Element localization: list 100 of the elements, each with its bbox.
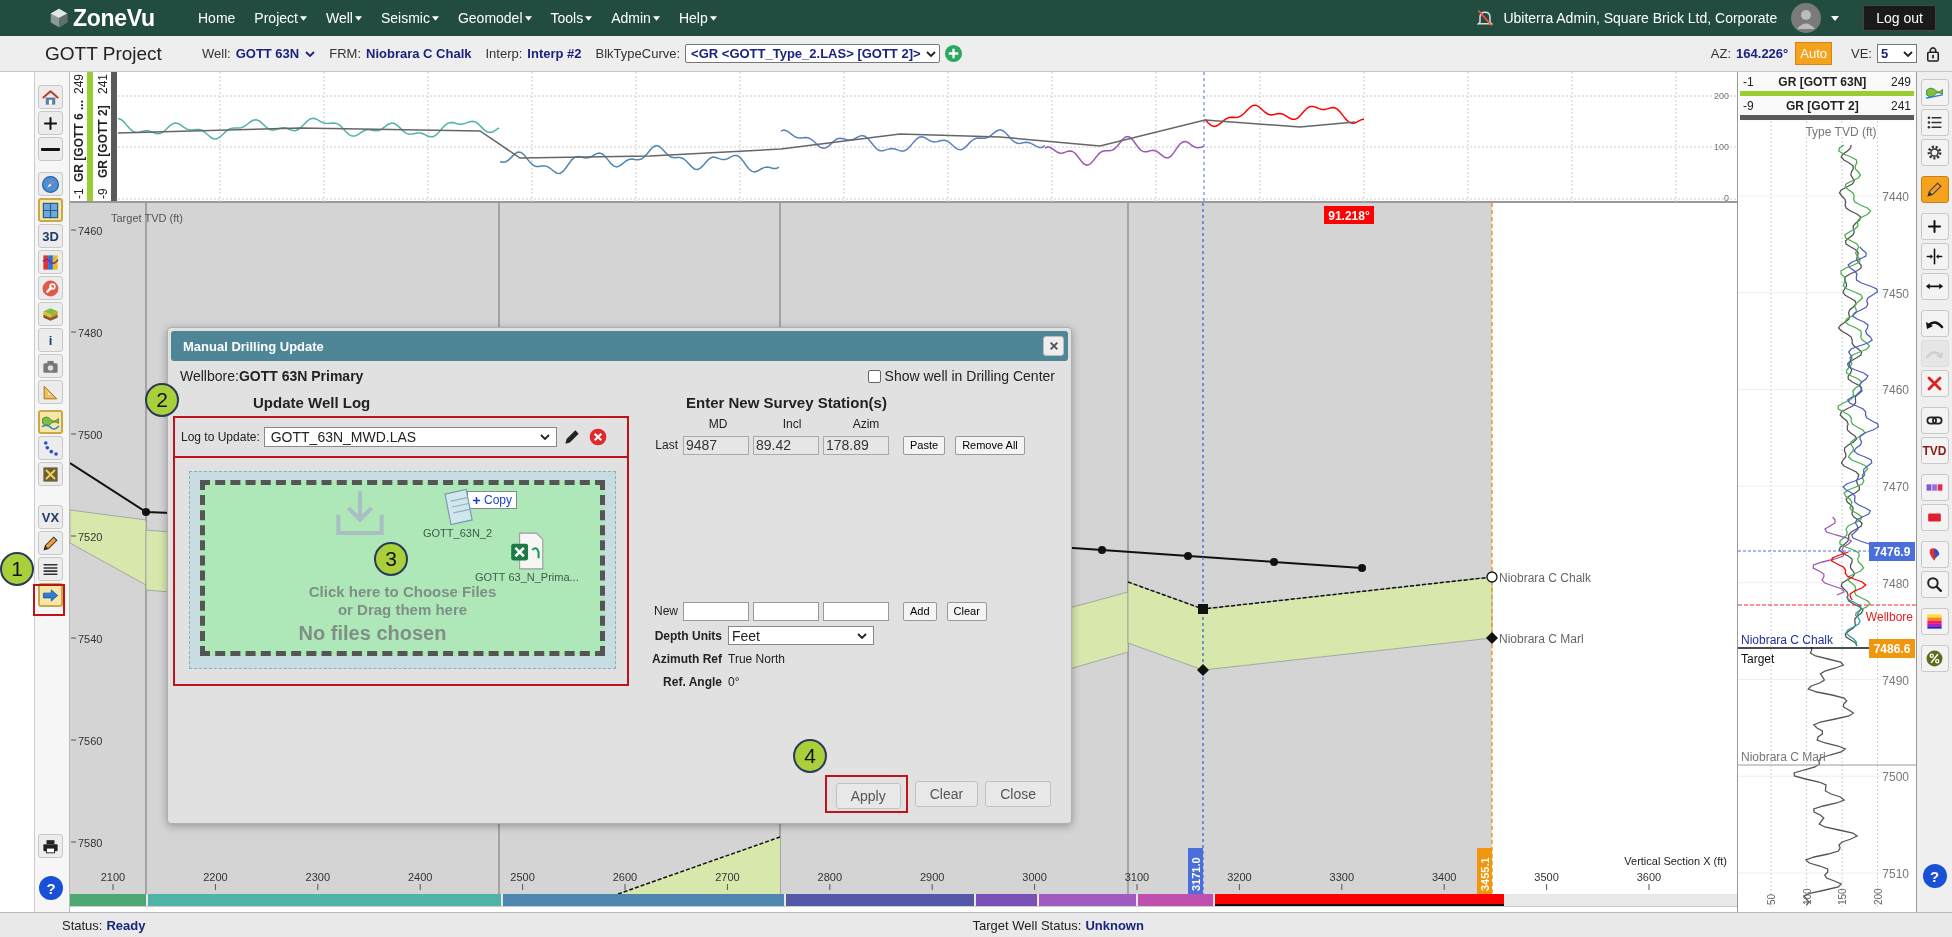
menu-item[interactable]: Tools bbox=[550, 10, 593, 26]
field-value: Niobrara C Chalk bbox=[366, 46, 472, 61]
caret-icon bbox=[431, 15, 439, 21]
drop-hint: or Drag them here bbox=[337, 601, 468, 619]
undo-icon bbox=[1925, 318, 1944, 329]
track-min: -9 bbox=[95, 188, 110, 199]
tool-button[interactable] bbox=[38, 137, 63, 161]
cross-box-icon bbox=[41, 464, 60, 484]
muted-bell-icon[interactable] bbox=[1475, 8, 1496, 28]
tool-button[interactable]: VX bbox=[38, 505, 63, 529]
menu-item[interactable]: Help bbox=[678, 10, 717, 26]
logout-button[interactable]: Log out bbox=[1863, 5, 1936, 31]
tool-button[interactable] bbox=[1920, 407, 1949, 434]
tool-button[interactable]: 3D bbox=[38, 224, 63, 248]
dialog-button[interactable]: Close bbox=[985, 781, 1051, 807]
control-point[interactable] bbox=[1486, 632, 1498, 644]
tool-button[interactable] bbox=[1920, 243, 1949, 270]
tool-button[interactable] bbox=[1920, 571, 1949, 598]
menu-item[interactable]: Project bbox=[254, 10, 307, 26]
survey-point[interactable] bbox=[1098, 546, 1106, 554]
apply-button[interactable]: Apply bbox=[835, 783, 901, 809]
tool-button[interactable] bbox=[1920, 273, 1949, 300]
tick-label: 100 bbox=[1713, 142, 1729, 152]
axis-title: Type TVD (ft) bbox=[1805, 125, 1877, 139]
tool-button[interactable] bbox=[38, 250, 63, 274]
track-name: GR [GOTT 63N] bbox=[1778, 75, 1867, 90]
tool-button[interactable] bbox=[1920, 139, 1949, 166]
caret-icon bbox=[1903, 50, 1913, 57]
tool-button[interactable] bbox=[1920, 541, 1949, 568]
survey-field[interactable]: 89.42 bbox=[753, 435, 819, 455]
survey-point[interactable] bbox=[142, 508, 150, 516]
survey-button[interactable]: Paste bbox=[903, 435, 946, 455]
tool-button[interactable] bbox=[38, 531, 63, 555]
depth-badge: 7486.6 bbox=[1869, 639, 1915, 658]
caret-icon[interactable] bbox=[1831, 15, 1840, 21]
help-button[interactable]: ? bbox=[39, 876, 63, 900]
survey-field[interactable]: 178.89 bbox=[823, 435, 889, 455]
tick-label: 7470 bbox=[1882, 480, 1909, 495]
survey-button[interactable]: Remove All bbox=[955, 435, 1025, 455]
control-point[interactable] bbox=[1197, 664, 1209, 676]
arrows-icon bbox=[1925, 283, 1944, 290]
tick-label: 0 bbox=[1724, 193, 1729, 203]
position-badge: 3455.1 bbox=[1477, 848, 1492, 894]
tick-label: 50 bbox=[1766, 893, 1777, 905]
close-button[interactable] bbox=[1043, 336, 1064, 356]
wrench-icon bbox=[41, 278, 60, 298]
azimuth-label: AZ: bbox=[1710, 46, 1732, 61]
compass-icon bbox=[41, 174, 60, 194]
azimuth-value: 164.226° bbox=[1736, 46, 1789, 61]
units-dropdown[interactable]: Feet bbox=[728, 626, 874, 645]
tool-button[interactable]: TVD bbox=[1920, 437, 1949, 464]
survey-point[interactable] bbox=[1270, 558, 1278, 566]
tool-button[interactable] bbox=[38, 111, 63, 135]
menu-item[interactable]: Home bbox=[198, 10, 236, 26]
menu-item[interactable]: Seismic bbox=[380, 10, 439, 26]
tool-button[interactable]: i bbox=[38, 328, 63, 352]
help-button[interactable]: ? bbox=[1922, 864, 1947, 888]
ve-dropdown[interactable]: 5 bbox=[1877, 44, 1917, 63]
tool-button[interactable] bbox=[1920, 176, 1949, 203]
formation-label: Niobrara C Chalk bbox=[1499, 571, 1592, 585]
menu-item[interactable]: Geomodel bbox=[457, 10, 532, 26]
survey-button[interactable]: Clear bbox=[946, 601, 987, 621]
well-dropdown[interactable]: GOTT 63N bbox=[235, 46, 316, 61]
caret-icon bbox=[925, 50, 936, 57]
tool-button[interactable] bbox=[1920, 213, 1949, 240]
tick-label: 3100 bbox=[1124, 871, 1150, 883]
column-header: Incl bbox=[781, 417, 803, 431]
type-curve-dropdown[interactable]: <GR <GOTT_Type_2.LAS> [GOTT 2]> bbox=[685, 44, 940, 63]
survey-point[interactable] bbox=[1184, 552, 1192, 560]
tool-button[interactable] bbox=[1920, 310, 1949, 337]
status-label: Status: bbox=[62, 917, 103, 933]
menu-item[interactable]: Well bbox=[325, 10, 362, 26]
avatar-icon[interactable] bbox=[1791, 3, 1822, 33]
formation-label: Niobrara C Marl bbox=[1741, 750, 1826, 764]
app-logo[interactable]: ZoneVu bbox=[73, 4, 155, 32]
survey-field[interactable]: 9487 bbox=[683, 435, 749, 455]
tool-button[interactable] bbox=[38, 834, 63, 858]
add-icon[interactable] bbox=[943, 44, 963, 63]
control-point[interactable] bbox=[1486, 571, 1498, 583]
survey-field[interactable] bbox=[683, 601, 749, 621]
tick-label: 3300 bbox=[1329, 871, 1355, 883]
tool-button[interactable] bbox=[1920, 109, 1949, 136]
caret-icon bbox=[652, 15, 660, 21]
tool-button[interactable] bbox=[38, 557, 63, 581]
status-value: Unknown bbox=[1085, 917, 1144, 933]
bit-marker[interactable] bbox=[1198, 604, 1208, 614]
file-name: GOTT_63N_2 bbox=[423, 527, 493, 539]
lock-icon[interactable] bbox=[1926, 44, 1940, 63]
survey-field[interactable] bbox=[823, 601, 889, 621]
caret-icon bbox=[585, 15, 593, 21]
menu-item[interactable]: Admin bbox=[611, 10, 660, 26]
color-map-icon bbox=[41, 252, 60, 272]
log-dropdown[interactable]: GOTT_63N_MWD.LAS bbox=[263, 427, 557, 447]
status-value: Ready bbox=[106, 917, 146, 933]
survey-point[interactable] bbox=[1358, 564, 1366, 572]
checkbox[interactable] bbox=[867, 369, 881, 383]
survey-button[interactable]: Add bbox=[903, 601, 937, 621]
survey-field[interactable] bbox=[753, 601, 819, 621]
formation-label: Niobrara C Chalk bbox=[1741, 633, 1834, 647]
dialog-button[interactable]: Clear bbox=[914, 781, 979, 807]
